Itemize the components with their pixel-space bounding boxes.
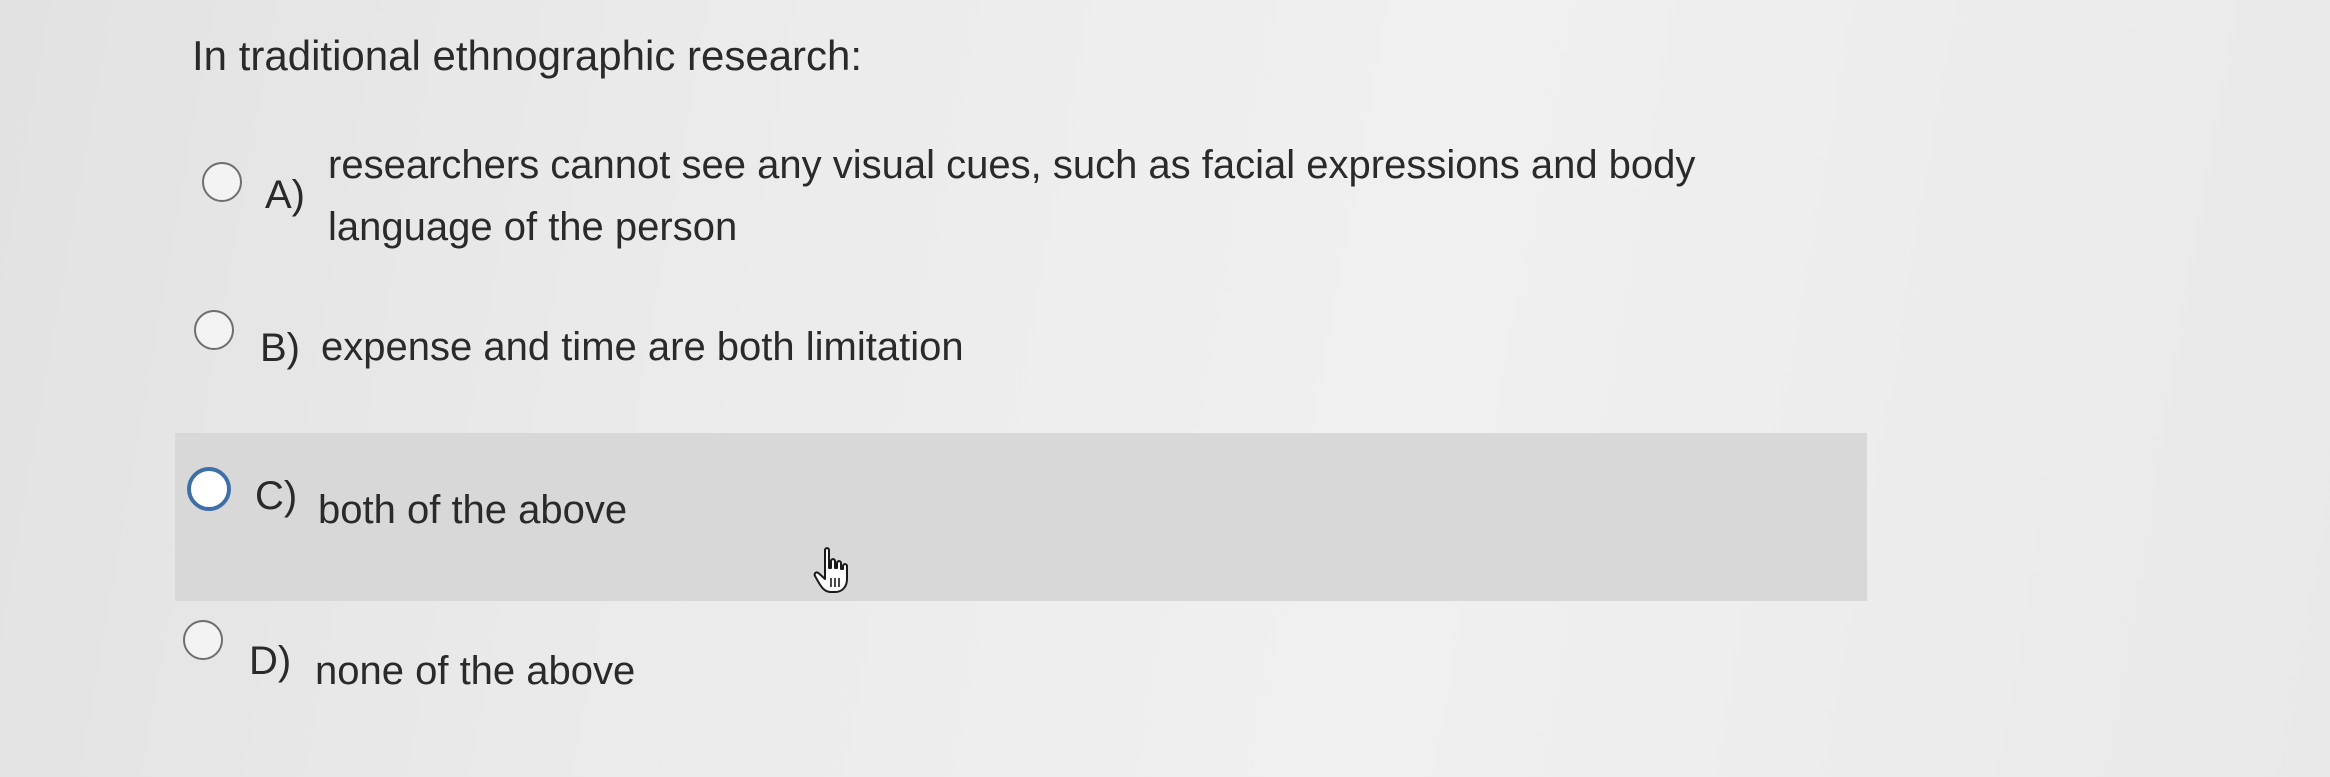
- option-text-line2: language of the person: [328, 205, 738, 249]
- radio-button-icon[interactable]: [187, 467, 231, 511]
- option-c[interactable]: C) both of the above: [175, 433, 1867, 601]
- hand-pointer-icon: [813, 547, 848, 593]
- option-text: expense and time are both limitation: [321, 325, 964, 369]
- radio-button-icon[interactable]: [194, 310, 234, 350]
- option-d[interactable]: D) none of the above: [175, 610, 1865, 710]
- option-letter: B): [260, 326, 300, 370]
- option-letter: D): [249, 639, 292, 683]
- option-letter: C): [255, 474, 298, 518]
- radio-button-icon[interactable]: [202, 162, 242, 202]
- question-text: In traditional ethnographic research:: [192, 32, 863, 79]
- option-a[interactable]: A) researchers cannot see any visual cue…: [175, 130, 1865, 270]
- option-text: none of the above: [315, 649, 636, 693]
- radio-button-icon[interactable]: [183, 620, 223, 660]
- option-b[interactable]: B) expense and time are both limitation: [175, 295, 1865, 395]
- option-letter: A): [265, 173, 305, 217]
- option-text: both of the above: [318, 488, 628, 532]
